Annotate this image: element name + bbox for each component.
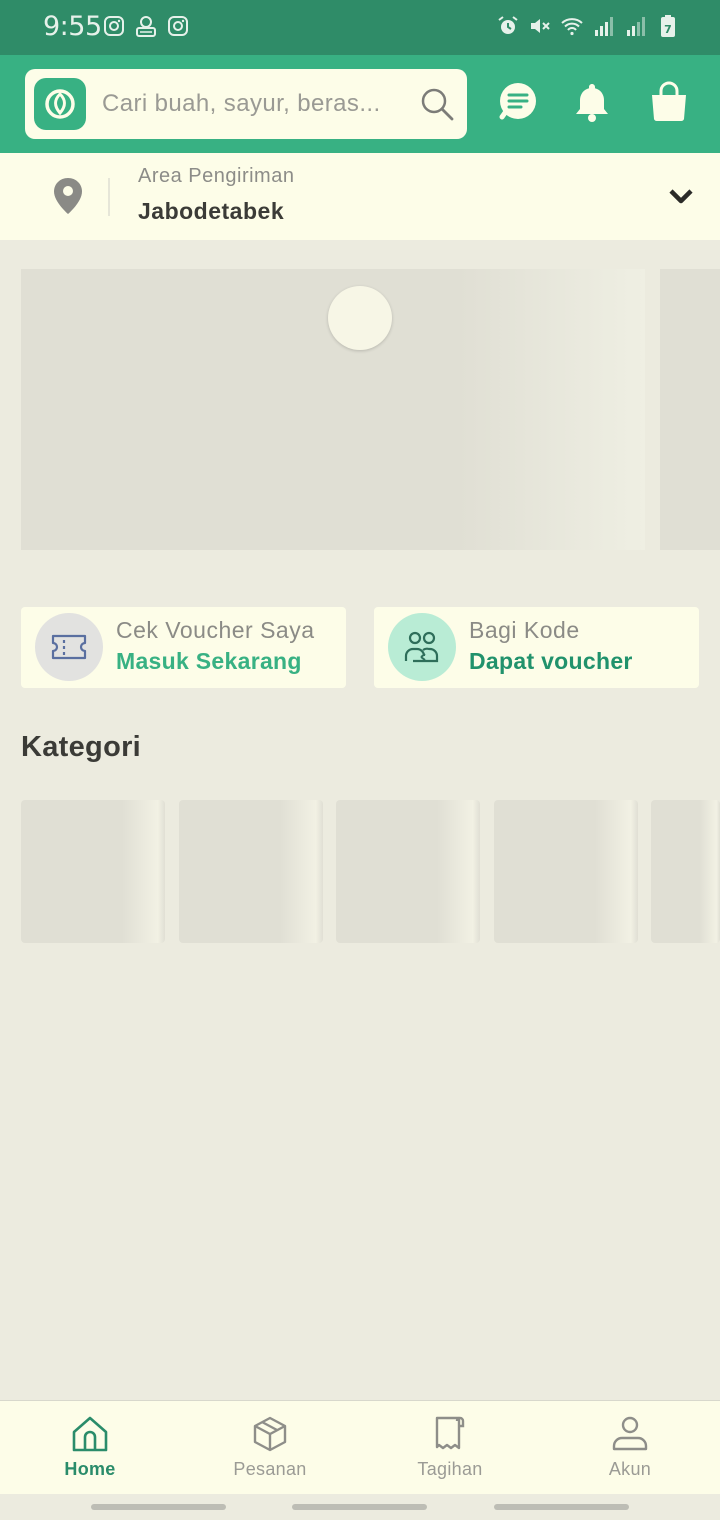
signal-icon xyxy=(595,17,613,36)
wifi-icon xyxy=(561,18,583,36)
promo-title: Cek Voucher Saya xyxy=(116,617,315,643)
ticket-icon xyxy=(51,634,87,660)
delivery-area-selector[interactable]: Area Pengiriman Jabodetabek xyxy=(0,153,720,240)
alarm-icon xyxy=(498,16,518,34)
nav-label: Pesanan xyxy=(233,1459,307,1479)
box-icon xyxy=(253,1416,287,1452)
nav-account[interactable]: Akun xyxy=(540,1401,720,1495)
app-logo xyxy=(34,78,86,130)
delivery-divider xyxy=(108,178,110,216)
promo-icon-wrap xyxy=(35,613,103,681)
promo-icon-wrap xyxy=(388,613,456,681)
share-users-icon xyxy=(404,631,439,663)
app-header xyxy=(0,55,720,153)
nav-home[interactable]: Home xyxy=(0,1401,180,1495)
nav-label: Home xyxy=(64,1459,116,1479)
category-placeholder[interactable] xyxy=(179,800,323,943)
loading-indicator xyxy=(328,286,392,350)
category-placeholder[interactable] xyxy=(336,800,480,943)
status-bar: 9:55 7 xyxy=(0,0,720,55)
referral-card[interactable]: Bagi Kode Dapat voucher xyxy=(374,607,699,688)
search-input[interactable] xyxy=(102,69,402,139)
search-box[interactable] xyxy=(25,69,467,139)
voucher-card[interactable]: Cek Voucher Saya Masuk Sekarang xyxy=(21,607,346,688)
promo-subtitle: Dapat voucher xyxy=(469,648,633,674)
instagram-icon xyxy=(168,16,188,36)
location-pin-icon xyxy=(54,178,82,214)
receipt-icon xyxy=(435,1416,465,1450)
battery-icon: 7 xyxy=(661,15,675,37)
nav-orders[interactable]: Pesanan xyxy=(180,1401,360,1495)
status-time: 9:55 xyxy=(43,11,102,42)
promo-subtitle: Masuk Sekarang xyxy=(116,648,302,674)
svg-text:7: 7 xyxy=(664,23,672,36)
bottom-navigation: Home Pesanan Tagihan Akun xyxy=(0,1400,720,1494)
category-placeholder[interactable] xyxy=(494,800,638,943)
nav-label: Tagihan xyxy=(417,1459,483,1479)
mute-icon xyxy=(531,19,550,33)
banner-placeholder-next[interactable] xyxy=(660,269,720,550)
gesture-pill xyxy=(292,1504,427,1510)
leaf-logo-icon xyxy=(45,89,75,119)
nav-bills[interactable]: Tagihan xyxy=(360,1401,540,1495)
category-title: Kategori xyxy=(21,731,142,763)
account-icon xyxy=(612,1416,648,1451)
gesture-pill xyxy=(91,1504,226,1510)
delivery-value: Jabodetabek xyxy=(138,198,285,224)
signal-icon xyxy=(627,17,645,36)
home-icon xyxy=(72,1416,108,1452)
promo-title: Bagi Kode xyxy=(469,617,580,643)
nav-label: Akun xyxy=(608,1459,652,1479)
bell-icon[interactable] xyxy=(571,81,613,123)
delivery-label: Area Pengiriman xyxy=(138,165,295,187)
search-icon[interactable] xyxy=(419,86,455,122)
category-placeholder[interactable] xyxy=(651,800,720,943)
gesture-pill xyxy=(494,1504,629,1510)
category-placeholder[interactable] xyxy=(21,800,165,943)
app-notification-icon xyxy=(136,16,156,37)
chat-icon[interactable] xyxy=(497,81,539,123)
status-left-icons xyxy=(102,14,190,38)
shopping-bag-icon[interactable] xyxy=(648,81,690,123)
instagram-icon xyxy=(104,16,124,36)
chevron-down-icon[interactable] xyxy=(668,185,694,207)
status-right-icons: 7 xyxy=(496,14,680,38)
system-gesture-bar xyxy=(0,1494,720,1520)
